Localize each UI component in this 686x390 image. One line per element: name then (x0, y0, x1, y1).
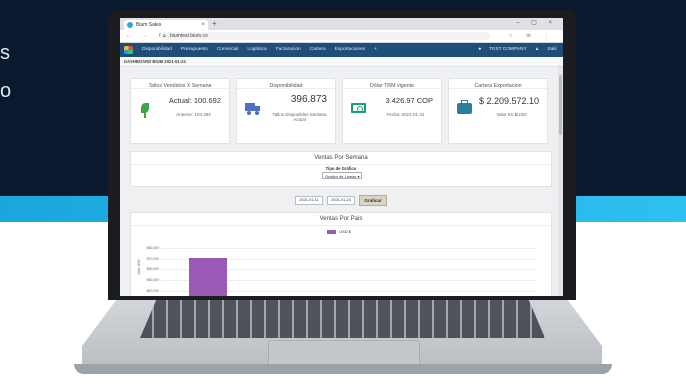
menu-item-exportaciones[interactable]: Exportaciones (335, 43, 365, 57)
legend-swatch (327, 229, 336, 234)
url-field[interactable]: 🔒︎ biumtest.bium.co (160, 32, 490, 40)
ventas-semana-panel: Ventas Por Semana Tipo de Gráfico Grafic… (130, 151, 552, 187)
card-title: Dólar TRM vigente (343, 79, 441, 89)
date-to-input[interactable]: 2021-01-24 (327, 196, 355, 205)
card-cartera-exportacion: Cartera Exportacion $ 2.209.572.10 Valor… (448, 78, 548, 144)
new-tab-button[interactable]: + (212, 19, 217, 28)
card-tallos-vendidos: Tallos Vendidos X Semana Actual: 100.692… (130, 78, 230, 144)
date-from-input[interactable]: 2021-01-11 (295, 196, 323, 205)
chart-title: Ventas Por Pais (131, 213, 551, 226)
edge-text-bottom: o (0, 80, 12, 102)
truck-icon (245, 103, 261, 115)
logout-link[interactable]: Salir (547, 43, 557, 57)
card-disponibilidad: Disponibilidad 396.873 Tallos Disponible… (236, 78, 336, 144)
page-scrollbar[interactable] (558, 65, 563, 296)
browser-address-bar: ← → C 🔒︎ biumtest.bium.co ☆ ✉ ⋮ (120, 30, 563, 43)
dashboard-content: Tallos Vendidos X Semana Actual: 100.692… (130, 78, 552, 296)
chart-type-select[interactable]: Grafico de Lineas ▾ (322, 172, 362, 179)
scrollbar-thumb[interactable] (559, 75, 562, 135)
gridline (161, 248, 537, 250)
panel-title: Ventas Por Semana (131, 152, 551, 165)
breadcrumb: DASHBOARD BIUM 2021-01-24 (120, 57, 563, 67)
card-title: Cartera Exportacion (449, 79, 547, 89)
leaf-icon (139, 103, 151, 118)
laptop-trackpad (268, 340, 420, 366)
menu-item-logistica[interactable]: Logística (247, 43, 266, 57)
card-sub-value: Valor En $USD (496, 112, 527, 117)
card-sub-value: Tallos Disponibles Semana Actual (272, 112, 327, 122)
menu-add-button[interactable]: + (374, 43, 377, 57)
menu-item-disponibilidad[interactable]: Disponibilidad (142, 43, 172, 57)
browser-extension-icons[interactable]: ☆ ✉ ⋮ (509, 30, 555, 42)
app-logo-icon[interactable] (124, 46, 133, 54)
chart-plot-area: Valor USD $80,000 $70,000 $60,000 $50,000 $4… (137, 237, 537, 296)
browser-tabbar: Bium Sales × + – ▢ × (120, 18, 563, 30)
y-tick-label: $70,000 (146, 256, 159, 261)
money-bill-icon (351, 103, 366, 113)
briefcase-icon (457, 100, 472, 114)
main-menu: Disponibilidad Presupuesto Comercial Log… (142, 43, 377, 57)
favicon-icon (127, 22, 133, 28)
y-tick-label: $60,000 (146, 267, 159, 272)
laptop-keyboard (140, 300, 545, 338)
chart-type-label: Tipo de Gráfico (325, 166, 357, 171)
laptop-screen: Bium Sales × + – ▢ × ← → C 🔒︎ biumtest.b… (120, 18, 563, 296)
card-main-value: $ 2.209.572.10 (478, 96, 539, 106)
card-main-value: Actual: 100.692 (168, 96, 221, 105)
window-controls[interactable]: – ▢ × (516, 19, 557, 26)
menu-item-cartera[interactable]: Cartera (310, 43, 326, 57)
legend-label: USD $ (339, 229, 351, 234)
card-sub-value: Fecha: 2021-01-31 (386, 112, 425, 117)
notification-icon[interactable]: ● (478, 43, 481, 57)
card-title: Disponibilidad (237, 79, 335, 89)
menu-item-comercial[interactable]: Comercial (217, 43, 239, 57)
kpi-cards: Tallos Vendidos X Semana Actual: 100.692… (130, 78, 552, 144)
url-text: biumtest.bium.co (170, 33, 208, 39)
menu-item-facturacion[interactable]: Facturacion (276, 43, 301, 57)
chart-legend[interactable]: USD $ (327, 229, 351, 234)
card-main-value: 3.426.97 COP (385, 96, 433, 105)
laptop-front-edge (74, 364, 612, 374)
ventas-pais-chart: Ventas Por Pais USD $ Valor USD $80,000 $… (130, 212, 552, 296)
card-title: Tallos Vendidos X Semana (131, 79, 229, 89)
user-area: ● TEST COMPANY ▲ Salir (478, 43, 557, 57)
menu-item-presupuesto[interactable]: Presupuesto (181, 43, 208, 57)
y-tick-label: $50,000 (146, 278, 159, 283)
edge-text-top: s (0, 42, 10, 64)
graficar-button[interactable]: Graficar (359, 195, 387, 206)
lock-icon: 🔒︎ (163, 33, 166, 39)
y-tick-label: $80,000 (146, 246, 159, 251)
card-sub-value: Anterior: 104.284 (176, 112, 211, 117)
bar[interactable] (189, 257, 227, 296)
card-main-value: 396.873 (290, 94, 327, 105)
y-tick-label: $40,000 (146, 288, 159, 293)
close-tab-icon[interactable]: × (201, 20, 205, 30)
browser-tab[interactable]: Bium Sales × (124, 20, 208, 30)
company-name[interactable]: TEST COMPANY (489, 43, 526, 57)
app-navbar: Disponibilidad Presupuesto Comercial Log… (120, 43, 563, 57)
date-range-controls: 2021-01-11 2021-01-24 Graficar (130, 195, 552, 206)
card-dolar-trm: Dólar TRM vigente 3.426.97 COP Fecha: 20… (342, 78, 442, 144)
tab-title: Bium Sales (136, 22, 162, 28)
user-icon[interactable]: ▲ (535, 43, 540, 57)
